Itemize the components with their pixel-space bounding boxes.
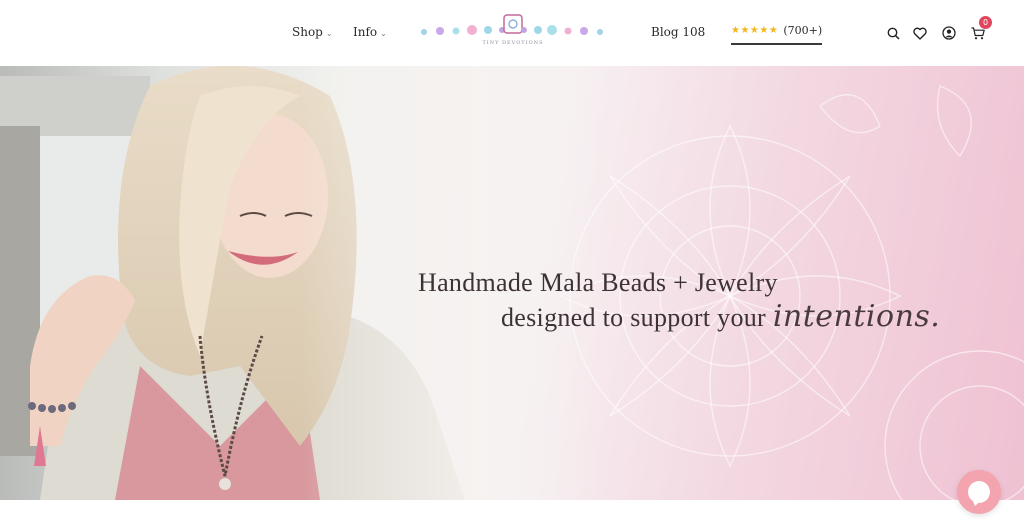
hero-script-word: intentions. <box>772 299 941 334</box>
hero-headline: Handmade Mala Beads + Jewelry designed t… <box>418 266 978 335</box>
nav-blog[interactable]: Blog 108 <box>651 25 705 39</box>
chat-bubble-icon <box>968 481 990 503</box>
hero-line-1: Handmade Mala Beads + Jewelry <box>418 268 778 297</box>
chevron-down-icon: ⌄ <box>325 28 333 38</box>
nav-shop-label: Shop <box>292 25 323 39</box>
heart-icon[interactable] <box>911 24 929 42</box>
chat-button[interactable] <box>957 470 1001 514</box>
logo-beads-icon <box>421 14 603 35</box>
site-header: Shop ⌄ Info ⌄ TINY DEVOTIONS Blog 108 ★★… <box>0 0 1024 66</box>
nav-info[interactable]: Info ⌄ <box>353 25 387 39</box>
reviews-link[interactable]: ★★★★★ (700+) <box>731 23 823 45</box>
site-logo[interactable]: TINY DEVOTIONS <box>418 12 608 50</box>
logo-text: TINY DEVOTIONS <box>482 40 544 46</box>
hero-banner: Handmade Mala Beads + Jewelry designed t… <box>0 66 1024 500</box>
nav-info-label: Info <box>353 25 378 39</box>
hero-line-2-text: designed to support your <box>501 303 767 332</box>
search-icon[interactable] <box>884 24 902 42</box>
account-icon[interactable] <box>940 24 958 42</box>
review-count: (700+) <box>783 24 823 37</box>
star-rating-icon: ★★★★★ <box>731 25 779 36</box>
nav-shop[interactable]: Shop ⌄ <box>292 25 333 39</box>
chevron-down-icon: ⌄ <box>380 28 387 38</box>
cart-count-badge: 0 <box>979 16 992 29</box>
hero-line-2: designed to support your intentions. <box>418 300 978 335</box>
